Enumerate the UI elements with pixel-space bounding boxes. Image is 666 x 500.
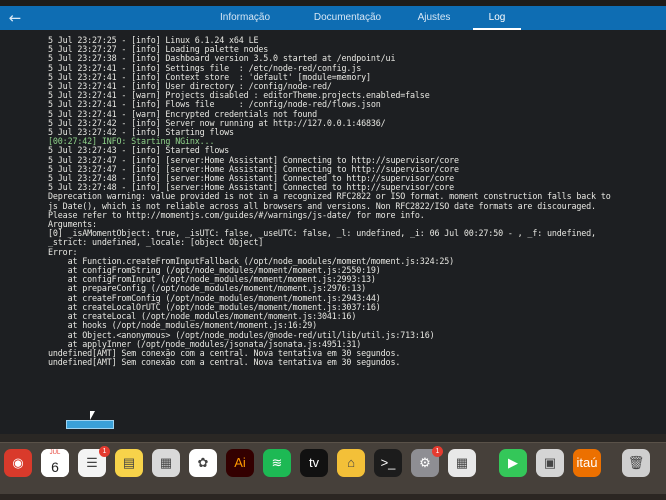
calculator-glyph: ▦ — [159, 455, 173, 470]
log-line: Please refer to http://momentjs.com/guid… — [48, 209, 425, 220]
itau-glyph: itaú — [576, 455, 598, 470]
trash-icon[interactable]: 🗑 — [622, 449, 650, 477]
illustrator-glyph: Ai — [234, 455, 246, 470]
home-icon[interactable]: ⌂ — [337, 449, 365, 477]
addon-tab-bar: ← Informação Documentação Ajustes Log — [0, 6, 666, 30]
terminal-glyph: >_ — [380, 455, 396, 470]
terminal-icon[interactable]: >_ — [374, 449, 402, 477]
log-line: undefined[AMT] Sem conexão com a central… — [48, 357, 401, 368]
system-settings-glyph: ⚙ — [419, 455, 431, 470]
addon-log-screen: ← Informação Documentação Ajustes Log 5 … — [0, 6, 666, 434]
photos-glyph: ✿ — [197, 455, 209, 470]
back-arrow-icon[interactable]: ← — [6, 9, 24, 27]
illustrator-icon[interactable]: Ai — [226, 449, 254, 477]
spotify-glyph: ≋ — [271, 455, 283, 470]
log-output[interactable]: 5 Jul 23:27:25 - [info] Linux 6.1.24 x64… — [48, 35, 660, 408]
text-selection-highlight — [66, 420, 114, 429]
log-line: _strict: undefined, _locale: [object Obj… — [48, 237, 264, 248]
trash-glyph: 🗑 — [627, 455, 645, 470]
apple-tv-glyph: tv — [308, 455, 320, 470]
notification-badge: 1 — [432, 446, 443, 457]
chrome-icon[interactable]: ◉ — [4, 449, 32, 477]
tab-ajustes[interactable]: Ajustes — [405, 6, 463, 30]
chrome-glyph: ◉ — [12, 455, 24, 470]
preview-icon[interactable]: ▣ — [536, 449, 564, 477]
tab-informacao[interactable]: Informação — [205, 6, 285, 30]
spotify-icon[interactable]: ≋ — [263, 449, 291, 477]
notification-badge: 1 — [99, 446, 110, 457]
tab-log[interactable]: Log — [473, 6, 521, 30]
itau-icon[interactable]: itaú — [573, 449, 601, 477]
home-glyph: ⌂ — [347, 455, 355, 470]
reminders-glyph: ☰ — [86, 455, 98, 470]
calendar-month: JUL — [41, 449, 69, 458]
facetime-glyph: ▶ — [508, 455, 518, 470]
desk-shade — [0, 494, 666, 500]
preview-glyph: ▣ — [543, 455, 557, 470]
facetime-icon[interactable]: ▶ — [499, 449, 527, 477]
launchpad-glyph: ▦ — [455, 455, 469, 470]
calendar-icon[interactable]: JUL 6 — [41, 449, 69, 477]
calendar-day: 6 — [41, 458, 69, 477]
launchpad-icon[interactable]: ▦ — [448, 449, 476, 477]
notes-icon[interactable]: ▤ — [115, 449, 143, 477]
apple-tv-icon[interactable]: tv — [300, 449, 328, 477]
tab-documentacao[interactable]: Documentação — [305, 6, 390, 30]
photos-icon[interactable]: ✿ — [189, 449, 217, 477]
calculator-icon[interactable]: ▦ — [152, 449, 180, 477]
mouse-pointer-icon — [90, 411, 95, 420]
notes-glyph: ▤ — [122, 455, 136, 470]
